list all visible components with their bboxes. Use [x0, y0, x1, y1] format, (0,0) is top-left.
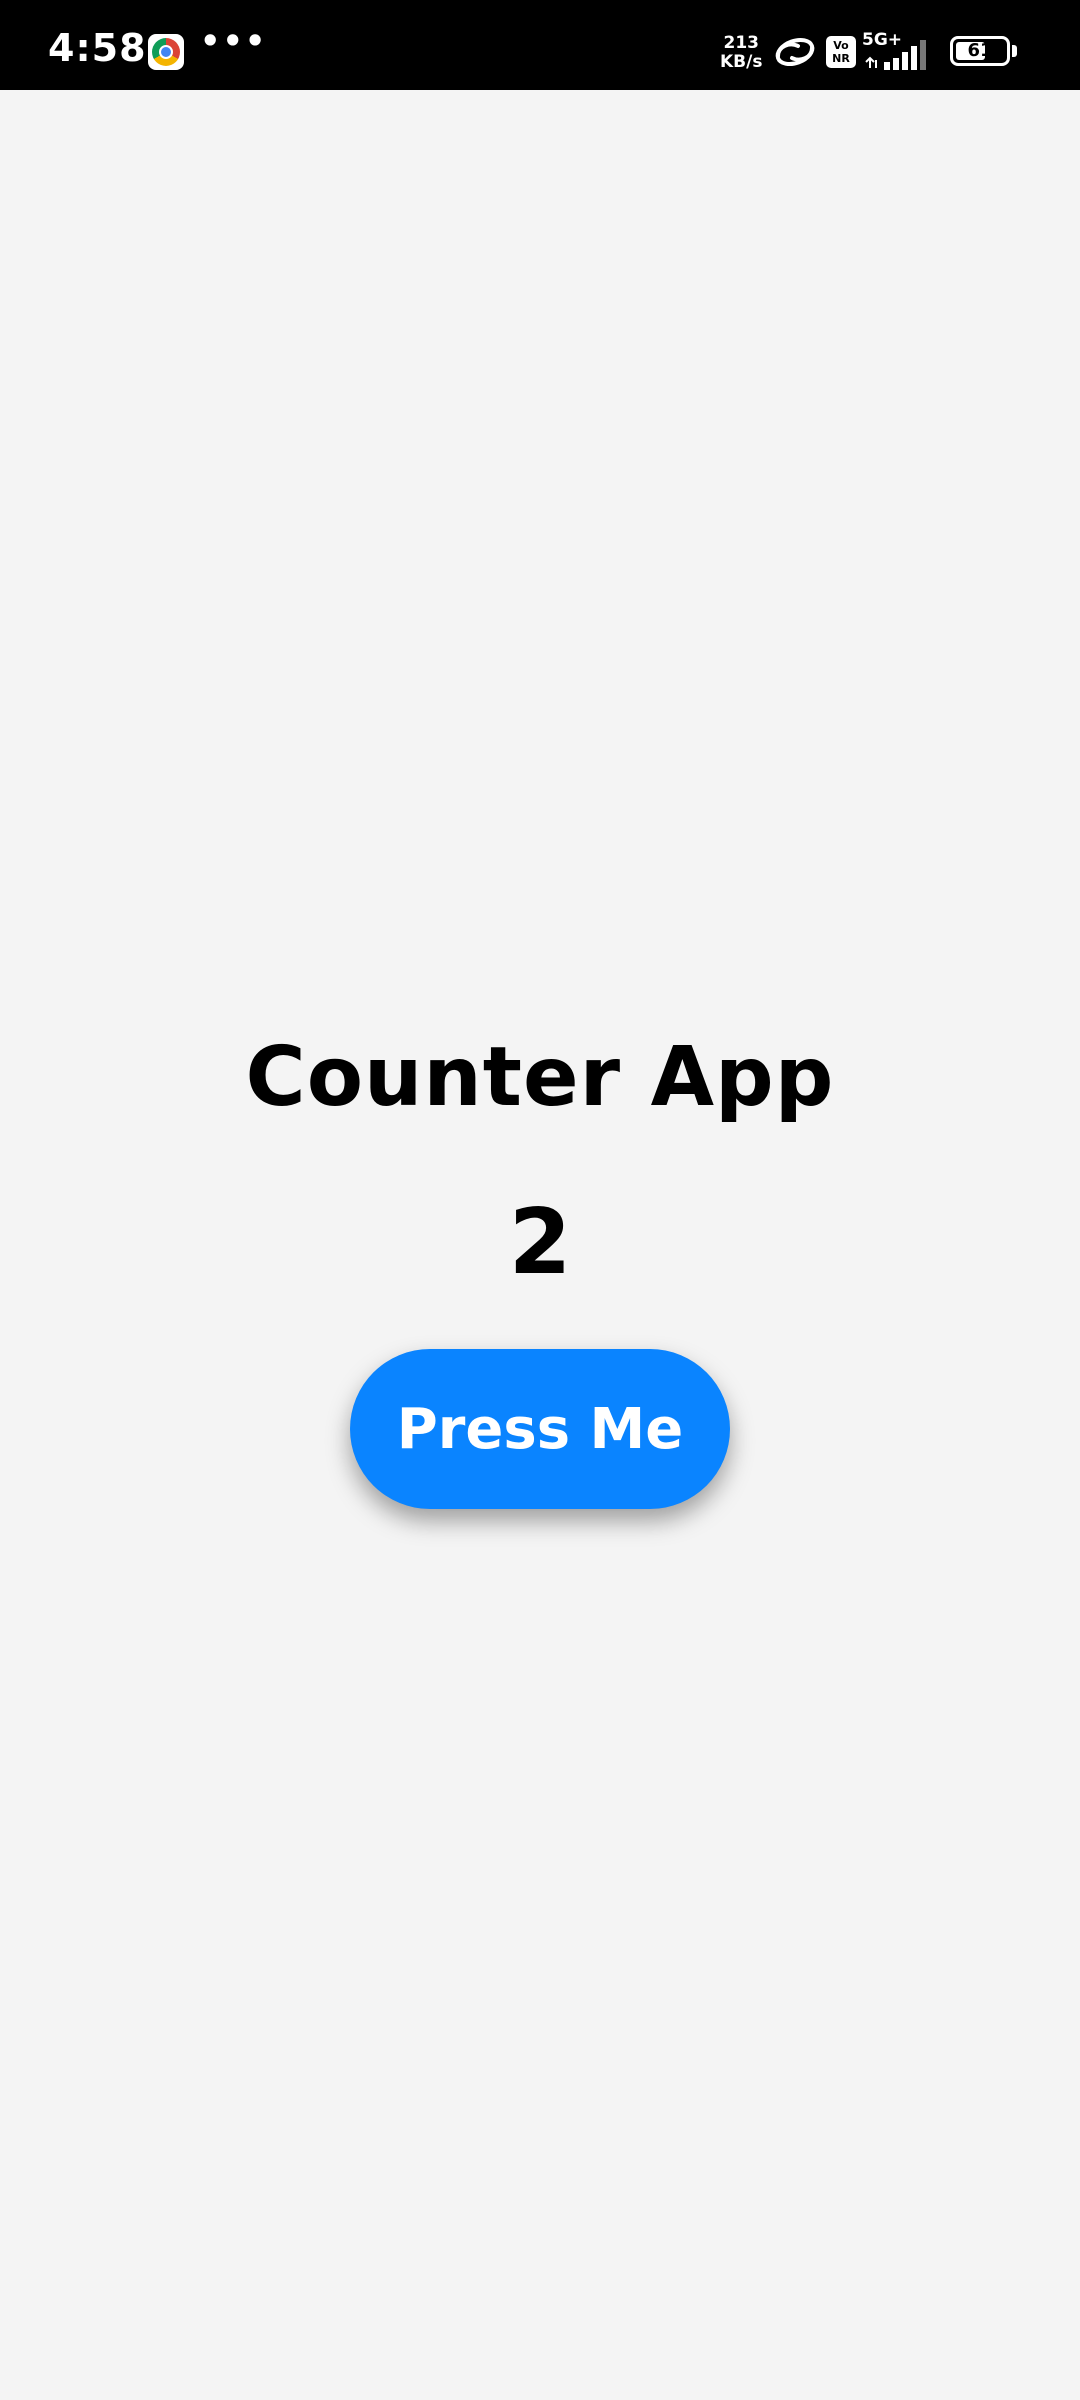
battery-icon: 61 [950, 36, 1010, 66]
status-time: 4:58 [48, 26, 147, 70]
press-me-button[interactable]: Press Me [350, 1349, 730, 1509]
counter-value: 2 [508, 1190, 572, 1295]
link-icon [775, 37, 815, 67]
network-speed: 213 KB/s [720, 34, 762, 72]
battery-tip [1012, 45, 1017, 57]
battery-level: 61 [967, 40, 993, 61]
status-bar: 4:58 ••• 213 KB/s Vo NR 5G+ 61 [0, 0, 1080, 90]
network-speed-value: 213 [723, 33, 759, 53]
app-title: Counter App [245, 1030, 835, 1125]
more-notifications-icon: ••• [200, 22, 268, 60]
chrome-icon [148, 34, 184, 70]
signal-icon [865, 40, 926, 70]
chrome-center-icon [159, 45, 173, 59]
vonr-icon: Vo NR [826, 36, 856, 68]
network-speed-unit: KB/s [720, 52, 763, 72]
